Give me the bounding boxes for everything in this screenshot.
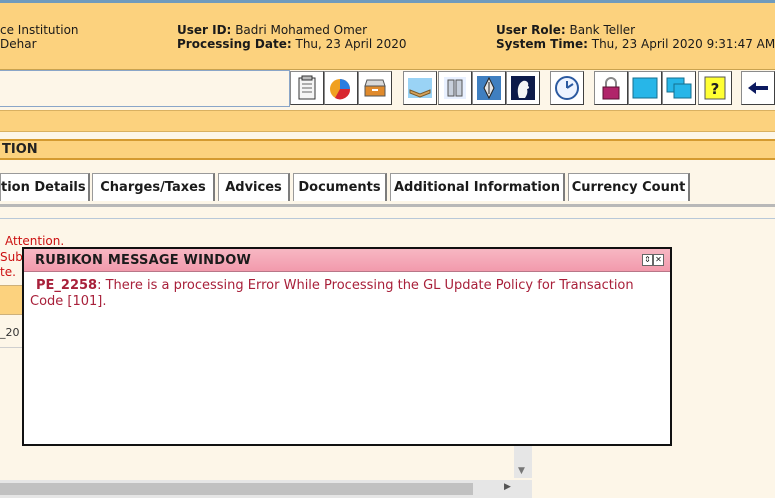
tab-bar: tion Details Charges/Taxes Advices Docum… — [0, 170, 775, 205]
windows-icon — [666, 77, 692, 99]
pen-button[interactable] — [472, 71, 506, 105]
message-window-title-text: RUBIKON MESSAGE WINDOW — [35, 253, 251, 268]
tab-underline — [0, 204, 775, 207]
error-code: PE_2258 — [36, 278, 98, 293]
lock-button[interactable] — [594, 71, 628, 105]
horizontal-scroll-thumb[interactable] — [0, 483, 473, 495]
back-button[interactable] — [741, 71, 775, 105]
tab-charges-taxes[interactable]: Charges/Taxes — [92, 173, 215, 201]
processing-date-value: Thu, 23 April 2020 — [295, 37, 407, 51]
message-window: RUBIKON MESSAGE WINDOW ⇕ ✕ PE_2258: Ther… — [22, 247, 672, 446]
tab-advices[interactable]: Advices — [218, 173, 290, 201]
drawer-icon — [364, 79, 386, 97]
content-divider — [0, 218, 775, 219]
institution-name: ce Institution — [0, 23, 79, 37]
user-id-row: User ID: Badri Mohamed Omer — [177, 23, 367, 37]
tab-additional-information[interactable]: Additional Information — [390, 173, 565, 201]
windows-button[interactable] — [662, 71, 696, 105]
user-id-value: Badri Mohamed Omer — [235, 23, 368, 37]
system-time-label: System Time: — [496, 37, 588, 51]
reports-button[interactable] — [324, 71, 358, 105]
scroll-down-arrow-icon[interactable]: ▼ — [518, 466, 525, 476]
attention-text: Attention. — [5, 234, 65, 248]
branch-name: Dehar — [0, 37, 37, 51]
drawer-button[interactable] — [358, 71, 392, 105]
app-header: ce Institution Dehar User ID: Badri Moha… — [0, 0, 775, 70]
notepad-icon — [298, 75, 316, 100]
window-button[interactable] — [628, 71, 662, 105]
processing-date-row: Processing Date: Thu, 23 April 2020 — [177, 37, 407, 51]
restore-icon[interactable]: ⇕ — [642, 254, 653, 266]
svg-text:?: ? — [711, 80, 720, 98]
error-message: PE_2258: There is a processing Error Whi… — [30, 278, 666, 310]
note-text-fragment: te. — [0, 265, 16, 279]
tab-documents[interactable]: Documents — [293, 173, 387, 201]
clock-button[interactable] — [550, 71, 584, 105]
help-icon: ? — [704, 76, 726, 100]
user-id-label: User ID: — [177, 23, 232, 37]
notepad-button[interactable] — [290, 71, 324, 105]
user-role-row: User Role: Bank Teller — [496, 23, 635, 37]
lock-icon — [602, 77, 620, 100]
pie-chart-icon — [330, 79, 351, 100]
table-cell-fragment: _20 — [0, 326, 20, 339]
close-icon[interactable]: ✕ — [653, 254, 664, 266]
clock-icon — [555, 76, 579, 100]
database-icon — [444, 77, 466, 99]
info-band — [0, 110, 775, 132]
toolbar: ? — [0, 70, 775, 108]
profile-icon — [511, 76, 535, 100]
tab-currency-count[interactable]: Currency Count — [568, 173, 690, 201]
profile-button[interactable] — [506, 71, 540, 105]
message-window-title: RUBIKON MESSAGE WINDOW — [24, 249, 670, 272]
user-role-value: Bank Teller — [569, 23, 636, 37]
window-icon — [632, 77, 658, 99]
error-text: : There is a processing Error While Proc… — [30, 278, 634, 309]
book-icon — [408, 78, 432, 98]
table-row-divider — [0, 347, 24, 348]
toolbar-left-panel — [0, 70, 290, 107]
user-role-label: User Role: — [496, 23, 566, 37]
system-time-row: System Time: Thu, 23 April 2020 9:31:47 … — [496, 37, 775, 51]
tab-transaction-details[interactable]: tion Details — [0, 173, 90, 201]
system-time-value: Thu, 23 April 2020 9:31:47 AM — [591, 37, 775, 51]
back-arrow-icon — [748, 82, 768, 94]
window-controls: ⇕ ✕ — [642, 254, 664, 266]
pen-icon — [477, 76, 501, 100]
section-title: TION — [0, 139, 775, 160]
scroll-right-arrow-icon[interactable]: ▶ — [504, 482, 511, 492]
database-button[interactable] — [438, 71, 472, 105]
processing-date-label: Processing Date: — [177, 37, 292, 51]
book-button[interactable] — [403, 71, 437, 105]
help-button[interactable]: ? — [698, 71, 732, 105]
